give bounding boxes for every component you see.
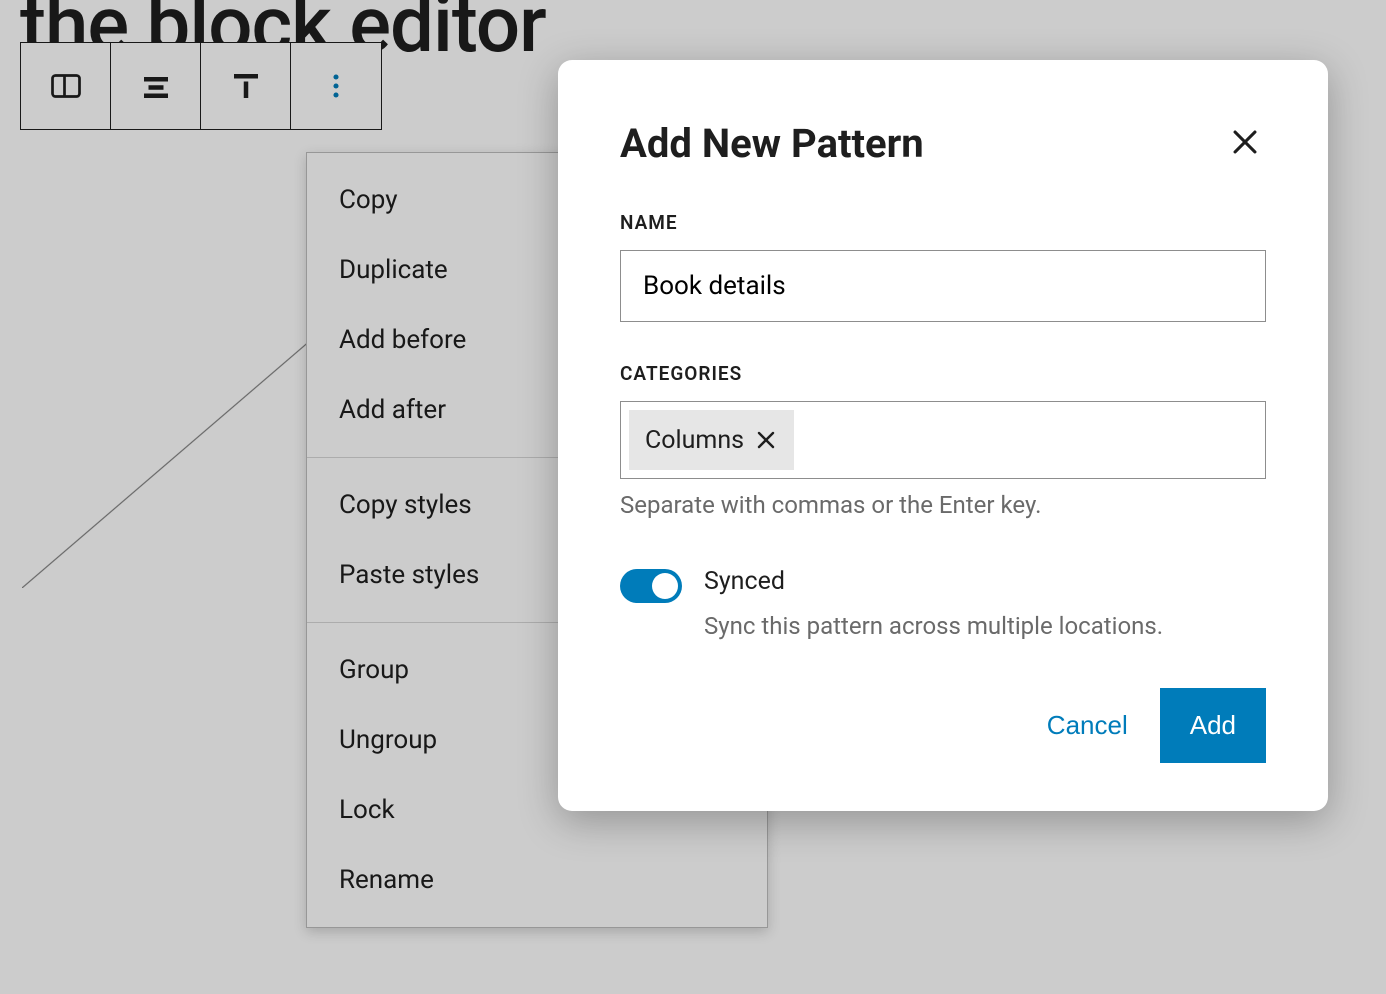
categories-label: CATEGORIES [620,362,1266,385]
more-icon[interactable] [291,43,381,129]
category-token-label: Columns [645,426,744,455]
categories-input[interactable]: Columns [620,401,1266,479]
add-pattern-dialog: Add New Pattern NAME CATEGORIES Columns … [558,60,1328,811]
categories-help: Separate with commas or the Enter key. [620,491,1266,519]
cancel-button[interactable]: Cancel [1047,710,1128,741]
close-button[interactable] [1224,121,1266,166]
close-icon [1228,125,1262,159]
close-icon [754,428,778,452]
align-top-icon[interactable] [201,43,291,129]
category-token: Columns [629,410,794,470]
align-center-icon[interactable] [111,43,201,129]
name-label: NAME [620,211,1266,234]
columns-icon[interactable] [21,43,111,129]
add-button[interactable]: Add [1160,688,1266,763]
remove-category-button[interactable] [754,428,778,452]
block-toolbar [20,42,382,130]
synced-label: Synced [704,567,1163,596]
synced-description: Sync this pattern across multiple locati… [704,612,1163,640]
dialog-title: Add New Pattern [620,120,924,167]
menu-item-rename[interactable]: Rename [307,845,767,915]
pattern-name-input[interactable] [620,250,1266,322]
synced-toggle[interactable] [620,569,682,603]
